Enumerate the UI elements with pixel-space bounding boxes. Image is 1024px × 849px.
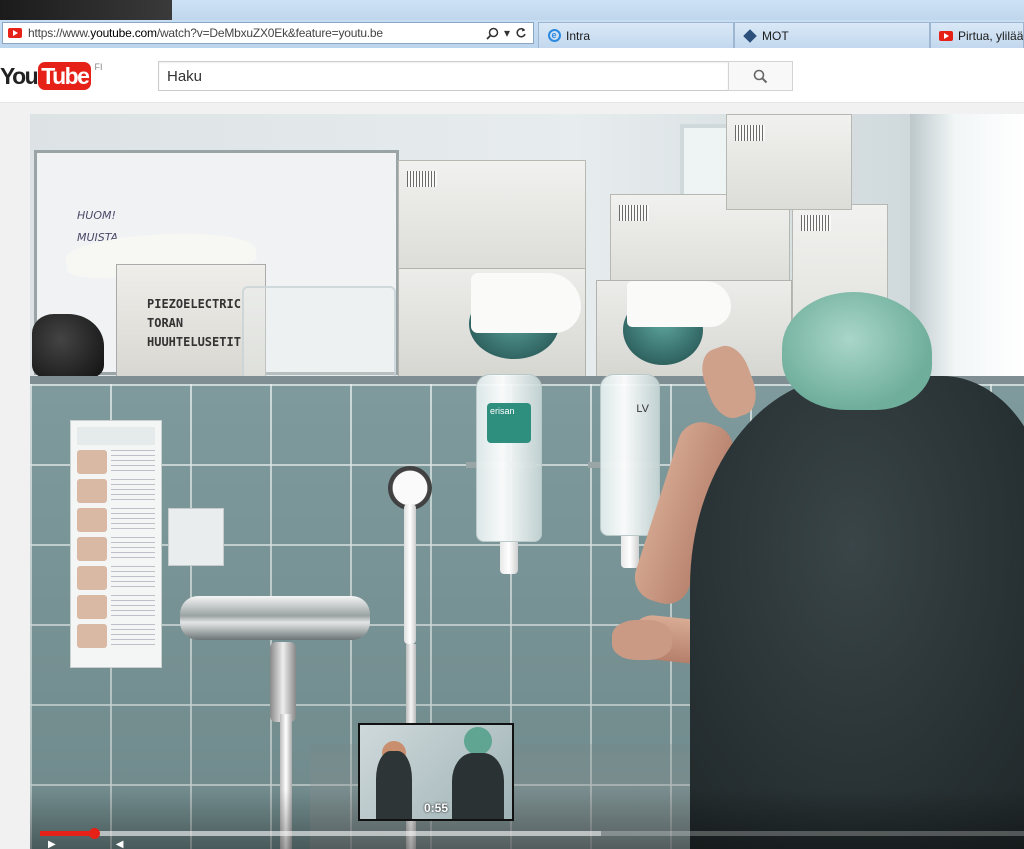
youtube-logo[interactable]: You Tube FI [0, 62, 102, 90]
scene-box [726, 114, 852, 210]
scene-wire-basket [242, 286, 396, 380]
scene-tap [180, 596, 370, 640]
mot-icon [743, 28, 757, 43]
titlebar [172, 0, 1024, 20]
tab-label: Pirtua, ylilääk [958, 28, 1024, 43]
volume-icon[interactable]: ◀ [116, 840, 124, 849]
video-player[interactable]: HUOM! MUISTA PIEZOELECTRIC TORAN HUUHTEL… [30, 114, 1024, 849]
search-placeholder: Haku [167, 67, 203, 85]
scene-goggles [32, 314, 104, 378]
search-input[interactable]: Haku [158, 61, 728, 91]
ie-icon: e [547, 29, 561, 42]
search-icon [753, 69, 768, 83]
youtube-header: You Tube FI Haku [0, 48, 1024, 103]
search-button[interactable] [728, 61, 793, 91]
scene-surgeon [690, 376, 1024, 849]
url-text: https://www.youtube.com/watch?v=DeMbxuZX… [28, 26, 383, 40]
scene-bottle: erisan [476, 374, 542, 542]
dropdown-arrow-icon[interactable]: ▾ [504, 26, 510, 40]
logo-country-code: FI [94, 62, 103, 72]
youtube-favicon-icon [8, 28, 22, 38]
titlebar-dark [0, 0, 172, 20]
youtube-icon [939, 30, 953, 41]
bottle-label: erisan [490, 406, 515, 416]
tab-label: Intra [566, 28, 591, 43]
scene-switch [168, 508, 224, 566]
logo-you-text: You [0, 63, 39, 89]
tab-intra[interactable]: e Intra [538, 22, 734, 48]
logo-tube-text: Tube [38, 62, 92, 90]
bottle-label: LV [636, 403, 649, 415]
progress-buffered [40, 831, 601, 836]
preview-time: 0:55 [423, 801, 449, 815]
progress-bar[interactable] [40, 828, 1024, 839]
progress-played [40, 831, 95, 836]
refresh-icon[interactable] [515, 27, 527, 39]
address-tools: ▾ [486, 26, 533, 40]
address-bar[interactable]: https://www.youtube.com/watch?v=DeMbxuZX… [2, 22, 534, 44]
scene-handwash-poster [70, 420, 162, 668]
scene-surgical-cap [782, 292, 932, 410]
scene-glove-box [596, 280, 792, 378]
browser-chrome: https://www.youtube.com/watch?v=DeMbxuZX… [0, 0, 1024, 48]
play-icon[interactable]: ▶ [48, 840, 56, 849]
player-controls: ▶ ◀ [48, 840, 124, 849]
tab-pirtua[interactable]: Pirtua, ylilääk [930, 22, 1024, 48]
scene-glove-box [398, 268, 586, 378]
board-note: HUOM! [77, 209, 116, 222]
scene-bottle: LV [600, 374, 660, 536]
scene-box [398, 160, 586, 272]
search-icon[interactable] [486, 27, 499, 40]
tab-label: MOT [762, 28, 789, 43]
seek-preview-thumbnail: 0:55 [358, 723, 514, 821]
tab-mot[interactable]: MOT [734, 22, 930, 48]
